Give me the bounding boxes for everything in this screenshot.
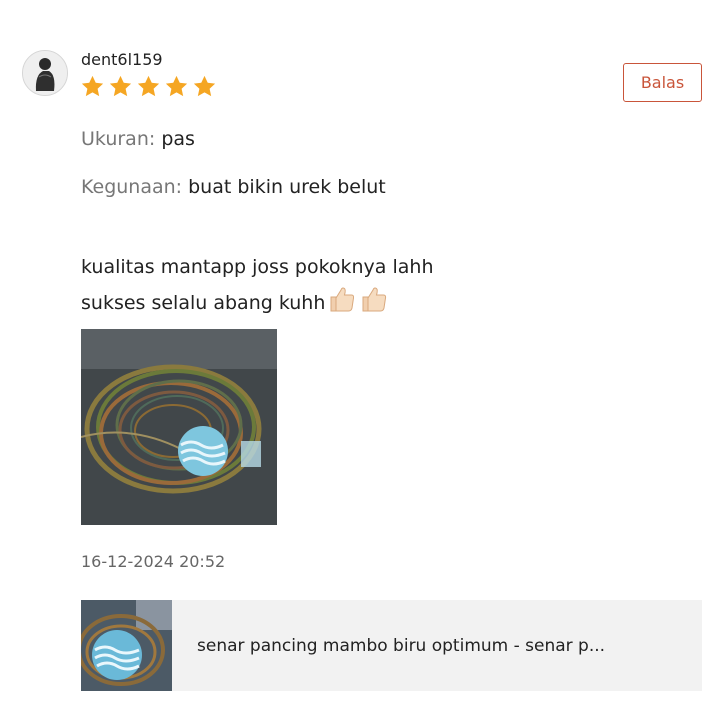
thumbs-up-icon [330, 287, 355, 312]
avatar-image [23, 51, 67, 95]
attribute-value: buat bikin urek belut [188, 176, 386, 198]
review-timestamp: 16-12-2024 20:52 [81, 552, 226, 571]
review-line: sukses selalu abang kuhh [81, 292, 326, 314]
star-icon [193, 75, 216, 97]
star-icon [137, 75, 160, 97]
avatar[interactable] [22, 50, 68, 96]
review-photo[interactable] [81, 329, 277, 525]
review-text: kualitas mantapp joss pokoknya lahh suks… [81, 251, 434, 320]
product-image [81, 600, 172, 691]
reply-button[interactable]: Balas [623, 63, 702, 102]
fishing-line-photo [81, 329, 277, 525]
star-icon [109, 75, 132, 97]
attribute-size: Ukuran: pas [81, 128, 195, 150]
review-line-with-emoji: sukses selalu abang kuhh [81, 284, 434, 320]
star-icon [81, 75, 104, 97]
review-line: kualitas mantapp joss pokoknya lahh [81, 256, 434, 278]
product-thumbnail [81, 600, 172, 691]
attribute-label: Kegunaan: [81, 176, 183, 198]
star-icon [165, 75, 188, 97]
product-card[interactable]: senar pancing mambo biru optimum - senar… [81, 600, 702, 691]
attribute-usage: Kegunaan: buat bikin urek belut [81, 176, 386, 198]
attribute-label: Ukuran: [81, 128, 156, 150]
product-title: senar pancing mambo biru optimum - senar… [197, 636, 606, 656]
username: dent6l159 [81, 50, 163, 69]
thumbs-up-icon [362, 287, 387, 312]
star-rating [80, 74, 217, 99]
attribute-value: pas [161, 128, 195, 150]
